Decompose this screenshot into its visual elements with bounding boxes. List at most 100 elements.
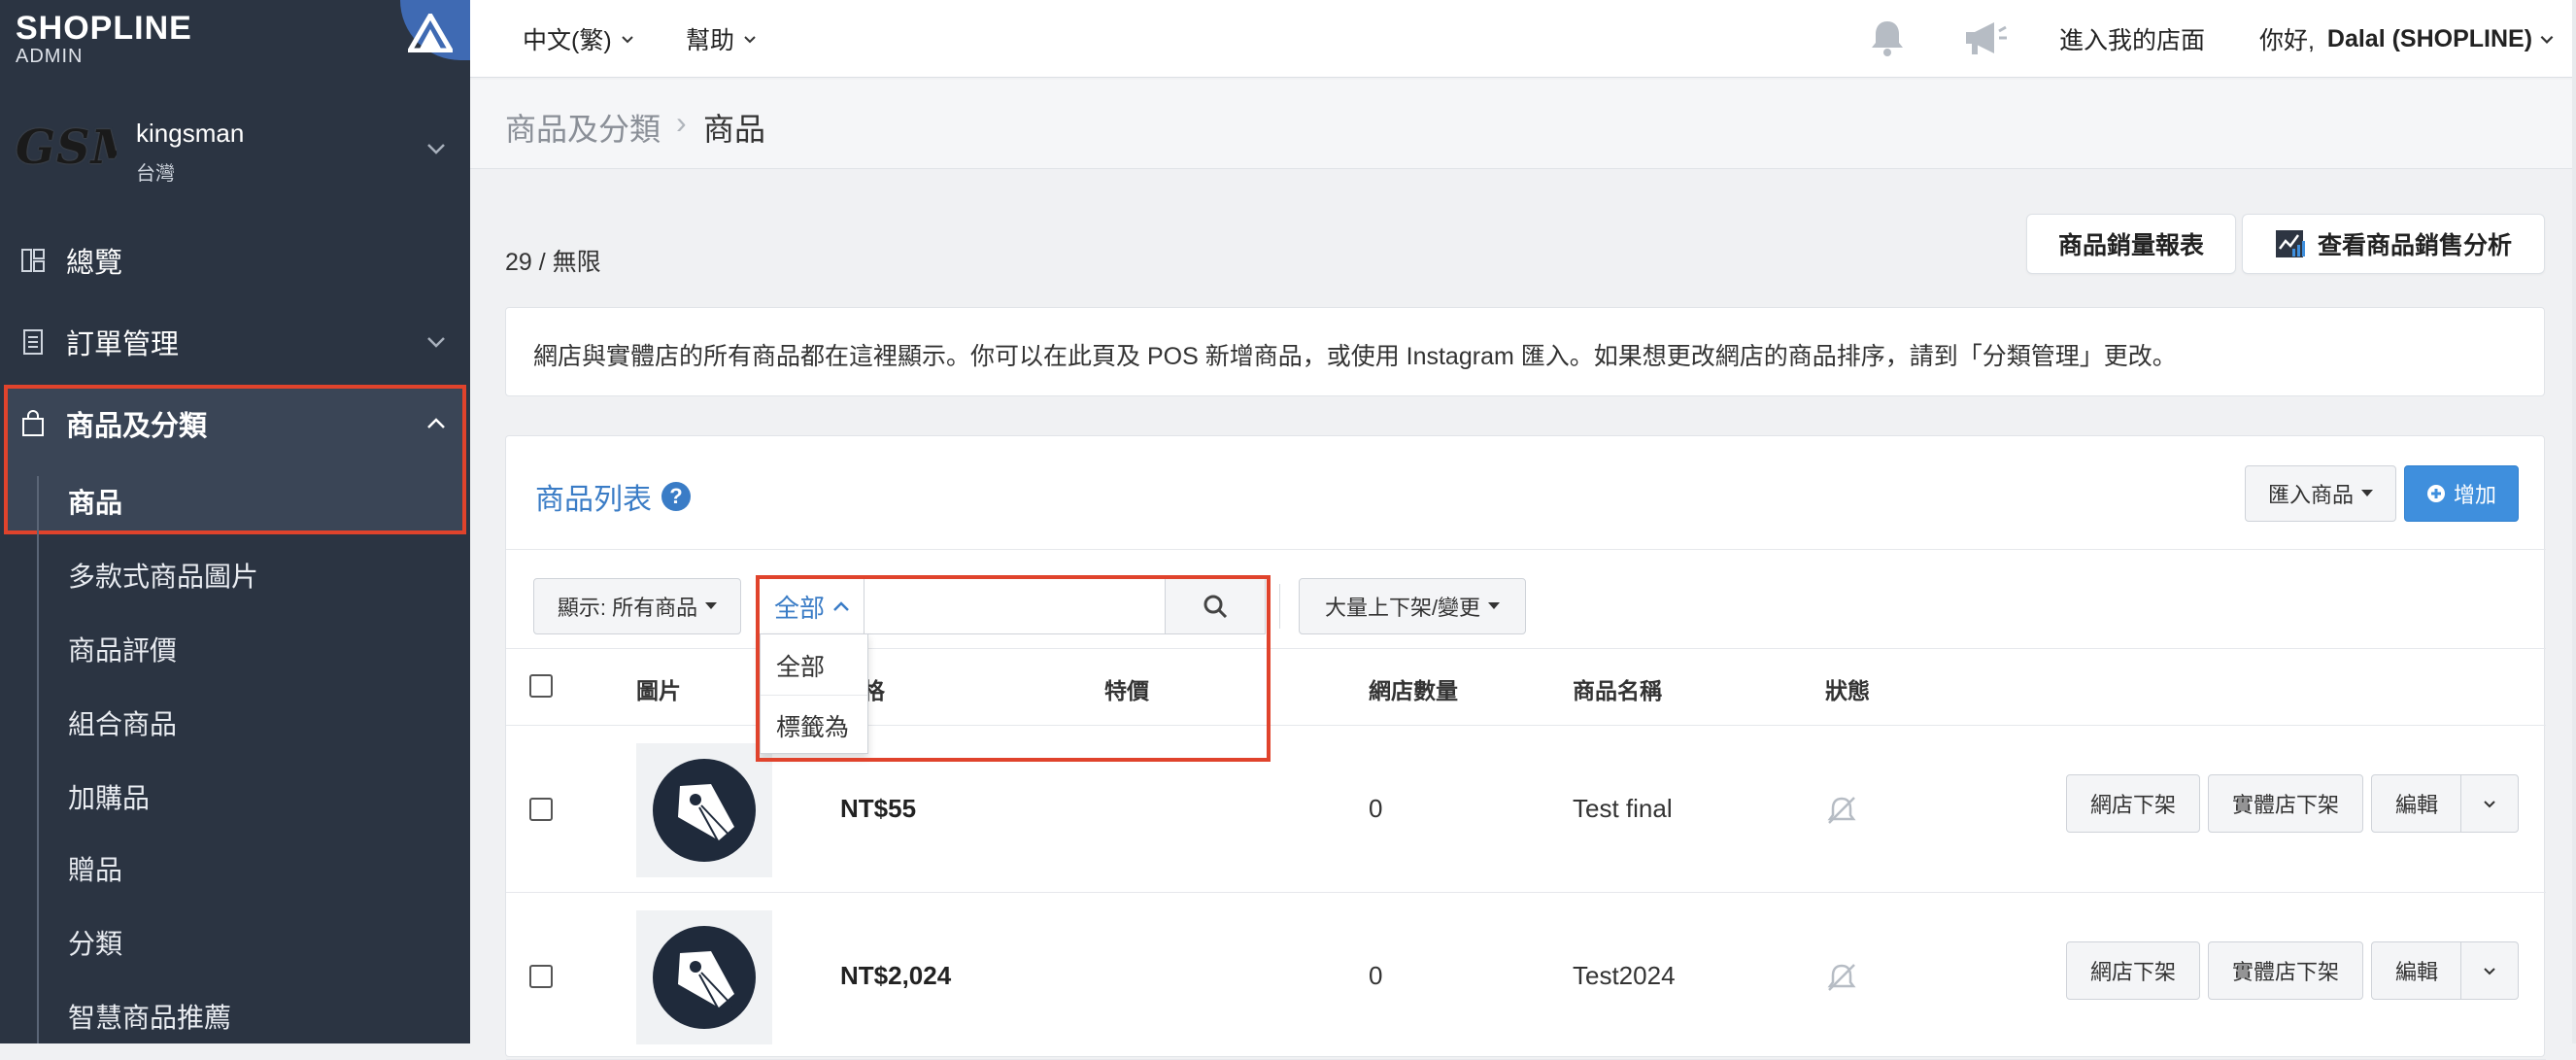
row-more-dropdown[interactable] — [2460, 774, 2519, 833]
chevron-down-icon — [621, 36, 633, 44]
retail-unpublish-button[interactable]: 實體店下架 — [2208, 941, 2363, 1000]
product-tag-icon — [653, 926, 756, 1029]
header-sale-price[interactable]: 特價 — [1104, 672, 1149, 705]
bulk-actions-dropdown[interactable]: 大量上下架/變更 — [1299, 578, 1526, 634]
caret-down-icon — [705, 602, 718, 609]
caret-down-icon — [2361, 490, 2373, 496]
language-label: 中文(繁) — [523, 27, 612, 54]
edit-button[interactable]: 編輯 — [2371, 774, 2462, 833]
sidebar-subitem-categories[interactable]: 分類 — [0, 907, 470, 977]
row-more-dropdown[interactable] — [2460, 941, 2519, 1000]
breadcrumb-parent[interactable]: 商品及分類 — [505, 105, 661, 150]
sidebar-subitem-variant-images[interactable]: 多款式商品圖片 — [0, 540, 470, 610]
sidebar-subitem-smart-recommendations[interactable]: 智慧商品推薦 — [0, 981, 470, 1043]
header-product-name[interactable]: 商品名稱 — [1573, 672, 1662, 705]
scope-option-all[interactable]: 全部 — [761, 634, 867, 693]
online-unpublish-button[interactable]: 網店下架 — [2066, 941, 2200, 1000]
window-edge — [2572, 0, 2576, 1043]
search-scope-dropdown[interactable]: 全部 — [759, 578, 865, 634]
caret-down-icon — [1488, 602, 1501, 609]
breadcrumb: 商品及分類 › 商品 — [470, 80, 2576, 169]
sidebar-subitem-products[interactable]: 商品 — [0, 466, 470, 536]
sales-analysis-button[interactable]: 查看商品銷售分析 — [2242, 214, 2545, 274]
online-unpublish-label: 網店下架 — [2089, 793, 2176, 817]
retail-unpublish-label: 實體店下架 — [2231, 960, 2339, 984]
logo-text: SHOPLINE — [16, 10, 192, 47]
notification-off-icon — [1827, 964, 1856, 991]
search-group: 全部 — [759, 578, 1266, 634]
sales-report-button[interactable]: 商品銷量報表 — [2026, 214, 2236, 274]
chevron-down-icon — [2484, 801, 2495, 808]
sidebar-subitem-label: 分類 — [68, 929, 123, 959]
dashboard-icon — [17, 245, 49, 276]
chevron-down-icon — [427, 337, 445, 348]
online-unpublish-button[interactable]: 網店下架 — [2066, 774, 2200, 833]
shopline-logo[interactable]: SHOPLINE ADMIN — [16, 10, 192, 66]
user-name: Dalal (SHOPLINE) — [2326, 24, 2533, 52]
breadcrumb-current: 商品 — [703, 112, 766, 147]
chevron-up-icon — [427, 418, 445, 428]
help-icon[interactable]: ? — [661, 482, 691, 511]
header-online-quantity[interactable]: 網店數量 — [1369, 672, 1458, 705]
add-product-button[interactable]: 增加 — [2404, 465, 2519, 522]
bell-icon[interactable] — [1865, 16, 1910, 60]
sidebar-item-products-categories[interactable]: 商品及分類 — [0, 389, 470, 459]
product-list-title: 商品列表 ? — [535, 475, 691, 518]
megaphone-icon[interactable] — [1960, 16, 2009, 60]
collapse-sidebar-icon[interactable] — [400, 0, 470, 60]
plus-circle-icon — [2426, 485, 2445, 502]
search-button[interactable] — [1165, 578, 1266, 634]
store-name: kingsman — [136, 119, 245, 148]
online-quantity-cell[interactable]: 0 — [1369, 794, 1382, 824]
store-switcher[interactable]: GSM kingsman 台灣 — [0, 107, 470, 188]
product-thumbnail[interactable] — [636, 910, 772, 1044]
row-checkbox[interactable] — [529, 965, 553, 988]
row-checkbox[interactable] — [529, 798, 553, 821]
chevron-down-icon — [744, 36, 756, 44]
logo-subtext: ADMIN — [16, 46, 84, 67]
retail-unpublish-label: 實體店下架 — [2231, 793, 2339, 817]
select-all-checkbox[interactable] — [529, 674, 553, 698]
sidebar-item-overview[interactable]: 總覽 — [0, 225, 470, 295]
sidebar-subitem-label: 贈品 — [68, 855, 123, 885]
scope-option-tagged[interactable]: 標籤為 — [761, 695, 867, 753]
retail-unpublish-button[interactable]: 實體店下架 — [2208, 774, 2363, 833]
help-dropdown[interactable]: 幫助 — [686, 21, 758, 56]
add-label: 增加 — [2453, 483, 2496, 507]
toolbar-separator — [1279, 584, 1280, 629]
breadcrumb-separator: › — [676, 105, 687, 140]
sidebar: SHOPLINE ADMIN GSM kingsman 台灣 總覽 訂單管理 商… — [0, 0, 470, 1043]
filter-label: 顯示: 所有商品 — [557, 596, 698, 620]
sidebar-item-label: 總覽 — [66, 248, 123, 279]
analytics-icon — [2275, 230, 2305, 257]
edit-label: 編輯 — [2394, 793, 2438, 817]
order-icon — [17, 326, 49, 358]
shopping-bag-icon — [17, 408, 49, 439]
display-filter-dropdown[interactable]: 顯示: 所有商品 — [533, 578, 741, 634]
sidebar-item-orders[interactable]: 訂單管理 — [0, 307, 470, 377]
product-tag-icon — [653, 759, 756, 862]
sidebar-subitem-addons[interactable]: 加購品 — [0, 762, 470, 832]
sidebar-subitem-reviews[interactable]: 商品評價 — [0, 614, 470, 684]
sidebar-subitem-bundles[interactable]: 組合商品 — [0, 688, 470, 758]
panel-title-text: 商品列表 — [535, 484, 652, 516]
product-name-cell[interactable]: Test2024 — [1573, 961, 1676, 991]
product-name-cell[interactable]: Test final — [1573, 794, 1673, 824]
product-thumbnail[interactable] — [636, 743, 772, 877]
language-dropdown[interactable]: 中文(繁) — [523, 21, 635, 56]
sidebar-subitem-label: 加購品 — [68, 783, 151, 813]
chevron-down-icon — [2484, 968, 2495, 975]
user-menu[interactable]: 你好, Dalal (SHOPLINE) — [2259, 21, 2556, 56]
edit-button[interactable]: 編輯 — [2371, 941, 2462, 1000]
sidebar-subitem-label: 商品評價 — [68, 635, 178, 666]
edit-label: 編輯 — [2394, 960, 2438, 984]
import-products-button[interactable]: 匯入商品 — [2245, 465, 2396, 522]
search-input[interactable] — [864, 578, 1167, 634]
store-region: 台灣 — [136, 163, 175, 185]
online-quantity-cell[interactable]: 0 — [1369, 961, 1382, 991]
sidebar-subitem-gifts[interactable]: 贈品 — [0, 834, 470, 904]
storefront-link[interactable]: 進入我的店面 — [2059, 21, 2205, 56]
chevron-up-icon — [833, 601, 849, 611]
online-unpublish-label: 網店下架 — [2089, 960, 2176, 984]
price-cell: NT$2,024 — [840, 961, 952, 990]
